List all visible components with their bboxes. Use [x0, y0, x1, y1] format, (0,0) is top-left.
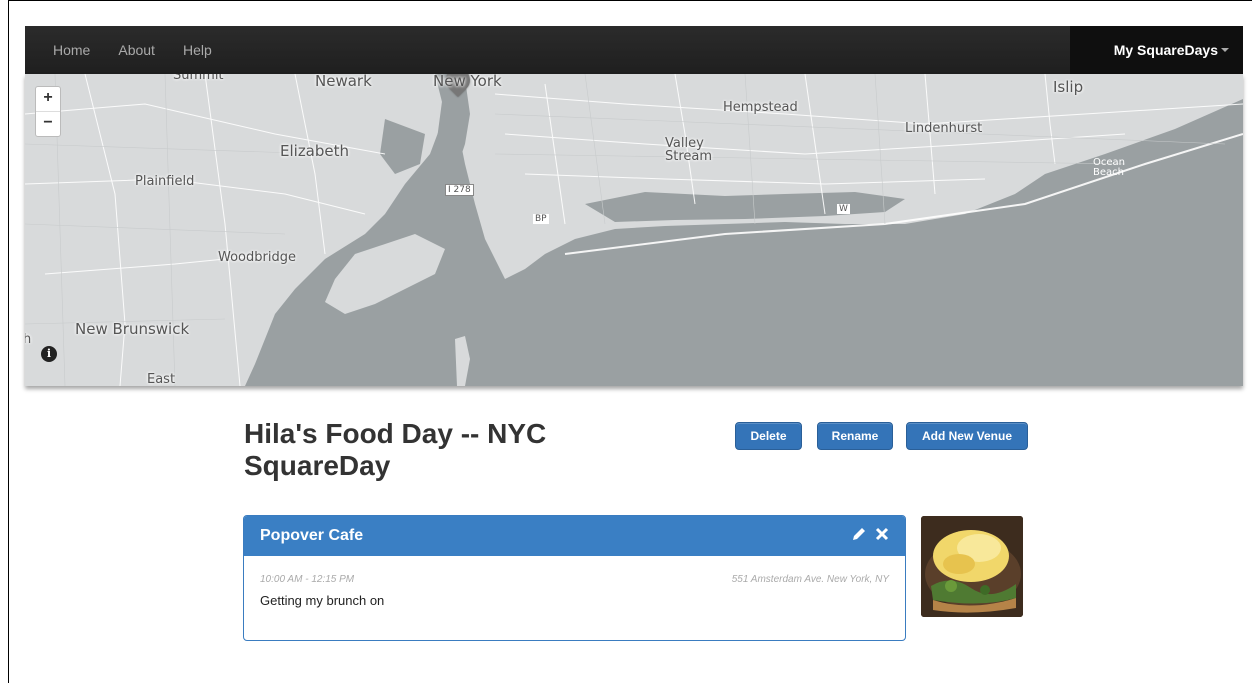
map-label-plainfield: Plainfield	[135, 174, 195, 189]
info-icon[interactable]: i	[41, 346, 57, 362]
venue-meta: 10:00 AM - 12:15 PM 551 Amsterdam Ave. N…	[260, 574, 889, 585]
venue-name: Popover Cafe	[260, 527, 364, 544]
map-label-islip: Islip	[1053, 78, 1084, 96]
venue-panel: Popover Cafe 10:00 AM - 12:15 PM 551 Ams…	[243, 515, 906, 641]
venue-photo[interactable]	[921, 516, 1023, 617]
venue-panel-body: 10:00 AM - 12:15 PM 551 Amsterdam Ave. N…	[244, 556, 905, 608]
map-view[interactable]: Summit Newark New York Hempstead Islip L…	[25, 74, 1243, 386]
map-label-new-brunswick: New Brunswick	[75, 320, 190, 338]
page-title: Hila's Food Day -- NYC SquareDay	[244, 418, 547, 481]
map-label-hempstead: Hempstead	[723, 100, 798, 115]
frame-left-border	[8, 0, 9, 683]
rename-button[interactable]: Rename	[817, 422, 893, 450]
my-squaredays-dropdown[interactable]: My SquareDays	[1069, 26, 1243, 74]
map-label-newark: Newark	[315, 74, 372, 90]
map-label-w: W	[837, 204, 850, 214]
map-label-i278: I 278	[445, 184, 474, 196]
nav-help-link[interactable]: Help	[169, 26, 226, 74]
map-zoom-control: + −	[35, 86, 61, 137]
map-label-valley-stream: Valley Stream	[665, 136, 713, 164]
pencil-icon[interactable]	[851, 526, 867, 547]
map-canvas	[25, 74, 1243, 386]
map-label-elizabeth: Elizabeth	[280, 142, 350, 160]
my-squaredays-label: My SquareDays	[1113, 42, 1218, 58]
top-navbar: Home About Help My SquareDays	[25, 26, 1243, 74]
venue-actions	[851, 526, 889, 547]
nav-links: Home About Help	[25, 26, 226, 74]
map-label-bp: BP	[533, 214, 549, 224]
venue-address: 551 Amsterdam Ave. New York, NY	[731, 574, 889, 585]
venue-description: Getting my brunch on	[260, 593, 385, 608]
add-new-venue-button[interactable]: Add New Venue	[906, 422, 1028, 450]
venue-photo-image	[921, 516, 1023, 617]
map-label-lindenhurst: Lindenhurst	[905, 121, 983, 136]
map-label-new-york: New York	[433, 74, 502, 90]
caret-down-icon	[1221, 48, 1229, 52]
venue-panel-header: Popover Cafe	[244, 516, 905, 556]
map-label-woodbridge: Woodbridge	[218, 250, 296, 265]
map-label-east: East	[147, 372, 176, 386]
delete-button[interactable]: Delete	[735, 422, 802, 450]
close-icon[interactable]	[875, 526, 889, 547]
map-label-summit: Summit	[173, 74, 224, 83]
map-label-ocean-beach: Ocean Beach	[1093, 157, 1125, 178]
venue-time: 10:00 AM - 12:15 PM	[260, 574, 355, 585]
zoom-out-button[interactable]: −	[36, 112, 60, 136]
frame-top-border	[8, 0, 1252, 1]
nav-about-link[interactable]: About	[104, 26, 169, 74]
zoom-in-button[interactable]: +	[36, 87, 60, 112]
map-label-h: h	[25, 332, 32, 347]
nav-home-link[interactable]: Home	[25, 26, 104, 74]
